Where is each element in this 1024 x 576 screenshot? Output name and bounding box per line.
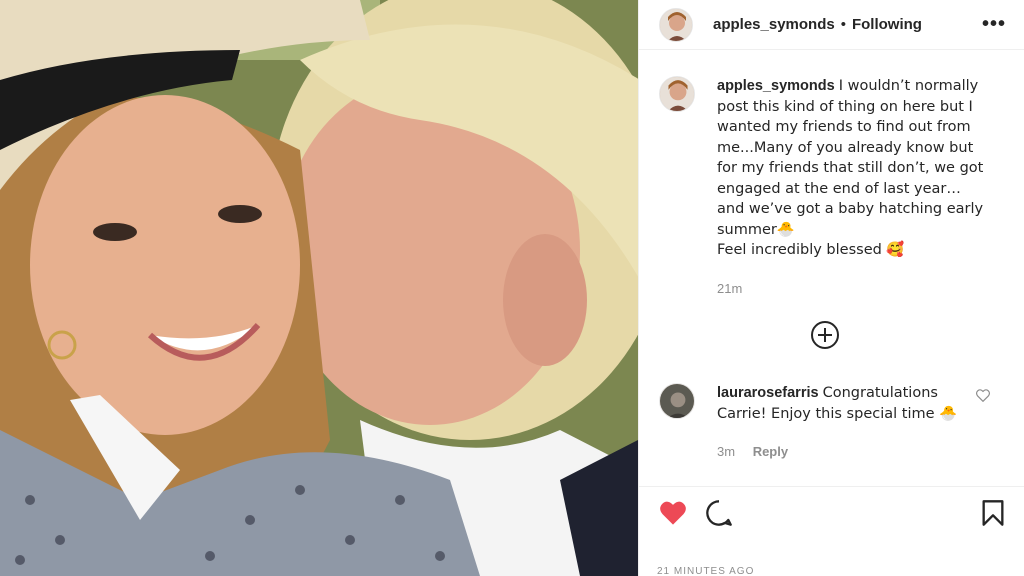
post-timestamp: 21 MINUTES AGO bbox=[657, 566, 755, 576]
post-photo[interactable] bbox=[0, 0, 638, 576]
comment-item: laurarosefarris Congratulations Carrie! … bbox=[659, 383, 1004, 463]
comment-body: laurarosefarris Congratulations Carrie! … bbox=[717, 383, 989, 463]
heart-filled-icon[interactable] bbox=[659, 500, 687, 526]
caption-author-avatar[interactable] bbox=[659, 76, 695, 112]
comment-meta: 3m Reply bbox=[717, 442, 989, 463]
reply-button[interactable]: Reply bbox=[753, 444, 788, 459]
comments-section[interactable]: apples_symonds I wouldn’t normally post … bbox=[639, 50, 1024, 463]
post-sidebar: apples_symonds • Following ••• apples_sy… bbox=[638, 0, 1024, 576]
heart-outline-icon[interactable] bbox=[976, 389, 990, 402]
post-header: apples_symonds • Following ••• bbox=[639, 0, 1024, 50]
couple-selfie-image bbox=[0, 0, 638, 576]
comment-username[interactable]: laurarosefarris bbox=[717, 385, 819, 401]
caption-text: I wouldn’t normally post this kind of th… bbox=[717, 78, 984, 258]
separator-dot: • bbox=[840, 16, 846, 33]
bookmark-icon[interactable] bbox=[981, 499, 1005, 527]
author-username[interactable]: apples_symonds bbox=[713, 16, 835, 33]
following-button[interactable]: Following bbox=[852, 16, 922, 33]
caption-meta: 21m bbox=[717, 279, 989, 300]
more-options-icon[interactable]: ••• bbox=[982, 13, 1006, 36]
caption: apples_symonds I wouldn’t normally post … bbox=[659, 76, 1004, 299]
caption-time[interactable]: 21m bbox=[717, 281, 742, 296]
speech-bubble-icon[interactable] bbox=[705, 499, 733, 527]
comment-time[interactable]: 3m bbox=[717, 444, 735, 459]
author-avatar[interactable] bbox=[659, 7, 693, 42]
caption-username[interactable]: apples_symonds bbox=[717, 78, 835, 94]
action-bar bbox=[639, 486, 1024, 527]
plus-circle-icon[interactable] bbox=[810, 321, 839, 349]
caption-body: apples_symonds I wouldn’t normally post … bbox=[717, 76, 989, 299]
commenter-avatar[interactable] bbox=[659, 383, 695, 419]
